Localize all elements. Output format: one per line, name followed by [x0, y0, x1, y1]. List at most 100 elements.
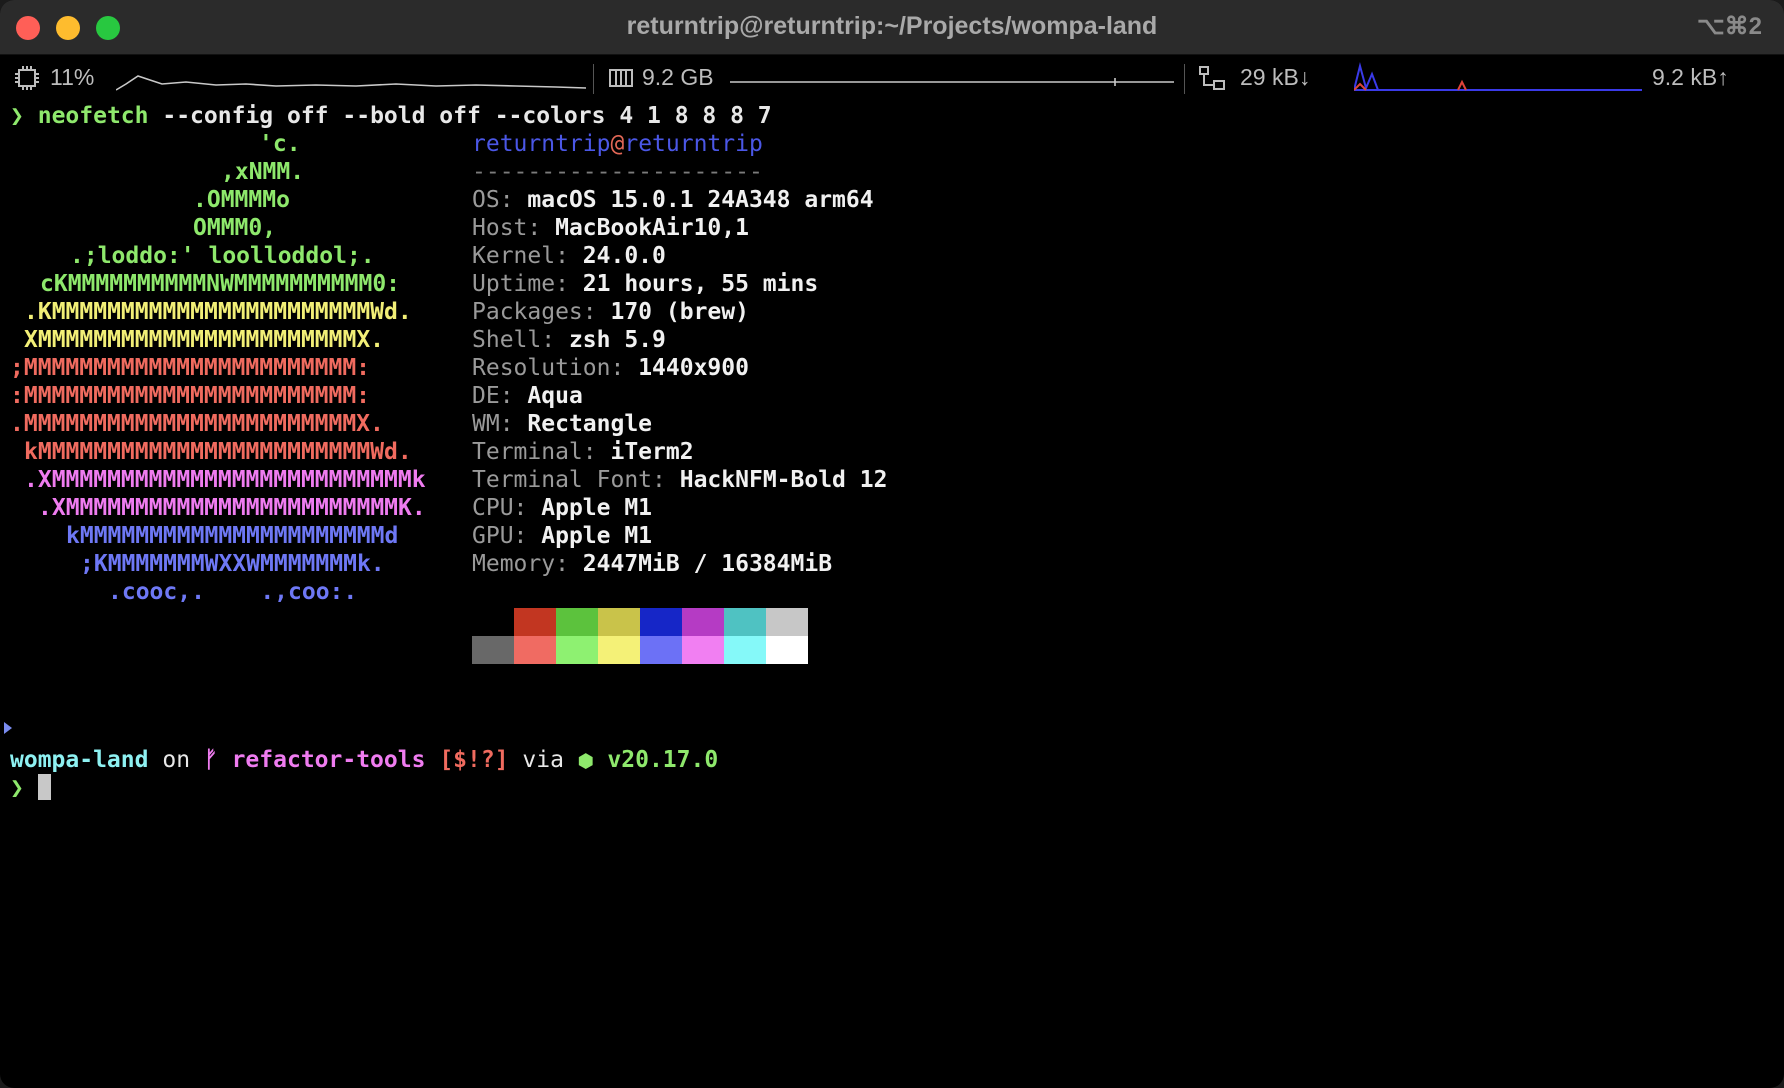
info-row: Resolution: 1440x900 [472, 354, 749, 382]
status-separator [593, 64, 594, 94]
color-swatch [640, 608, 682, 636]
info-label: OS: [472, 187, 514, 213]
info-underline: --------------------- [472, 159, 763, 185]
prompt-git-status: [$!?] [439, 747, 509, 773]
color-swatch [514, 608, 556, 636]
text-cursor [37, 774, 51, 800]
user-host: returntrip@returntrip [472, 130, 763, 158]
info-value: 170 (brew) [610, 299, 749, 325]
logo-line: .MMMMMMMMMMMMMMMMMMMMMMMMX. [10, 411, 384, 437]
color-swatch [556, 636, 598, 664]
input-line[interactable]: ❯ [10, 774, 51, 802]
color-swatch [640, 636, 682, 664]
logo-line: .OMMMMo [193, 187, 290, 213]
logo-line: .XMMMMMMMMMMMMMMMMMMMMMMMMMMk [24, 467, 426, 493]
logo-line: kMMMMMMMMMMMMMMMMMMMMMMd [66, 523, 399, 549]
logo-line: .cooc,. .,coo:. [108, 579, 358, 605]
logo-line: :MMMMMMMMMMMMMMMMMMMMMMMM: [10, 383, 371, 409]
info-row: Packages: 170 (brew) [472, 298, 749, 326]
info-row: Uptime: 21 hours, 55 mins [472, 270, 818, 298]
info-label: Resolution: [472, 355, 625, 381]
logo-line: .KMMMMMMMMMMMMMMMMMMMMMMMWd. [24, 299, 412, 325]
logo-line: 'c. [259, 131, 301, 157]
info-label: Host: [472, 215, 542, 241]
info-label: Terminal: [472, 439, 597, 465]
memory-icon [609, 69, 633, 87]
command-args: --config off --bold off --colors 4 1 8 8… [162, 103, 772, 129]
logo-line: .XMMMMMMMMMMMMMMMMMMMMMMMMK. [38, 495, 426, 521]
info-label: Uptime: [472, 271, 569, 297]
info-value: 1440x900 [638, 355, 749, 381]
info-label: Packages: [472, 299, 597, 325]
info-row: DE: Aqua [472, 382, 583, 410]
color-swatch [682, 608, 724, 636]
info-value: Apple M1 [541, 495, 653, 521]
username: returntrip [472, 131, 611, 157]
info-value: macOS 15.0.1 24A348 arm64 [527, 187, 874, 213]
info-row: GPU: Apple M1 [472, 522, 652, 550]
info-row: Shell: zsh 5.9 [472, 326, 666, 354]
prompt-marker-icon [4, 722, 12, 734]
logo-line: XMMMMMMMMMMMMMMMMMMMMMMMX. [24, 327, 385, 353]
info-row: CPU: Apple M1 [472, 494, 652, 522]
git-branch-icon: ᚠ [203, 747, 218, 773]
color-swatch [766, 608, 808, 636]
info-label: Kernel: [472, 243, 569, 269]
info-label: DE: [472, 383, 514, 409]
hostname: returntrip [624, 131, 763, 157]
nodejs-icon: ⬢ [577, 751, 594, 772]
network-download: 29 kB↓ [1240, 64, 1311, 90]
info-value: iTerm2 [610, 439, 694, 465]
color-swatch [598, 608, 640, 636]
info-row: OS: macOS 15.0.1 24A348 arm64 [472, 186, 874, 214]
color-swatch [724, 636, 766, 664]
info-value: 2447MiB / 16384MiB [582, 551, 833, 577]
prompt-on: on [162, 747, 191, 773]
prompt-symbol: ❯ [10, 103, 24, 129]
terminal-content[interactable]: ❯ neofetch --config off --bold off --col… [4, 102, 1780, 1082]
cpu-sparkline [116, 75, 586, 91]
window-title: returntrip@returntrip:~/Projects/wompa-l… [626, 12, 1158, 40]
color-swatch [472, 636, 514, 664]
shell-prompt: wompa-land on ᚠ refactor-tools [$!?] via… [10, 746, 718, 774]
info-row: Memory: 2447MiB / 16384MiB [472, 550, 832, 578]
info-value: Rectangle [527, 411, 653, 437]
info-label: WM: [472, 411, 514, 437]
prompt-node-version: v20.17.0 [607, 747, 719, 773]
terminal-window: returntrip@returntrip:~/Projects/wompa-l… [0, 0, 1784, 1088]
info-row: Terminal Font: HackNFM-Bold 12 [472, 466, 887, 494]
input-prompt-symbol: ❯ [10, 775, 24, 801]
logo-line: .;loddo:' loolloddol;. [70, 243, 375, 269]
info-value: HackNFM-Bold 12 [679, 467, 888, 493]
info-value: Aqua [527, 383, 583, 409]
logo-line: OMMM0, [193, 215, 277, 241]
memory-usage: 9.2 GB [642, 64, 714, 90]
network-upload: 9.2 kB↑ [1652, 64, 1729, 90]
network-icon [1199, 66, 1225, 90]
info-value: 24.0.0 [582, 243, 666, 269]
color-swatch [514, 636, 556, 664]
color-swatch [724, 608, 766, 636]
prompt-via: via [522, 747, 564, 773]
color-swatch [766, 636, 808, 664]
info-label: Shell: [472, 327, 556, 353]
prompt-directory: wompa-land [10, 747, 149, 773]
at-sign: @ [610, 131, 625, 157]
network-sparkline [1354, 62, 1642, 92]
cpu-chip-icon [15, 66, 39, 90]
info-value: Apple M1 [541, 523, 653, 549]
logo-line: ,xNMM. [221, 159, 305, 185]
command-name: neofetch [37, 103, 149, 129]
info-value: MacBookAir10,1 [555, 215, 749, 241]
info-row: WM: Rectangle [472, 410, 652, 438]
info-label: GPU: [472, 523, 528, 549]
color-swatch [556, 608, 598, 636]
logo-line: ;KMMMMMMMWXXWMMMMMMMk. [80, 551, 385, 577]
info-label: Terminal Font: [472, 467, 666, 493]
color-swatch [598, 636, 640, 664]
info-value: 21 hours, 55 mins [582, 271, 819, 297]
status-bar: 11% 9.2 GB 29 kB↓ 9.2 kB↑ [0, 56, 1784, 102]
color-swatch [472, 608, 514, 636]
color-swatch [682, 636, 724, 664]
info-row: Kernel: 24.0.0 [472, 242, 666, 270]
